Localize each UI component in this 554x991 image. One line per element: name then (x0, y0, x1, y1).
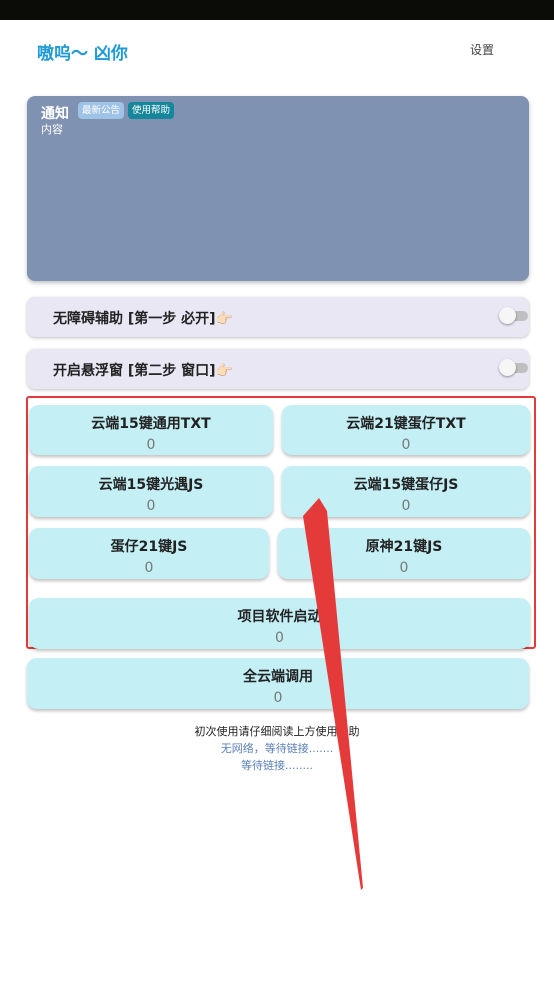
annotation-arrow-icon (303, 498, 363, 890)
annotation-arrow-shape (303, 498, 363, 890)
